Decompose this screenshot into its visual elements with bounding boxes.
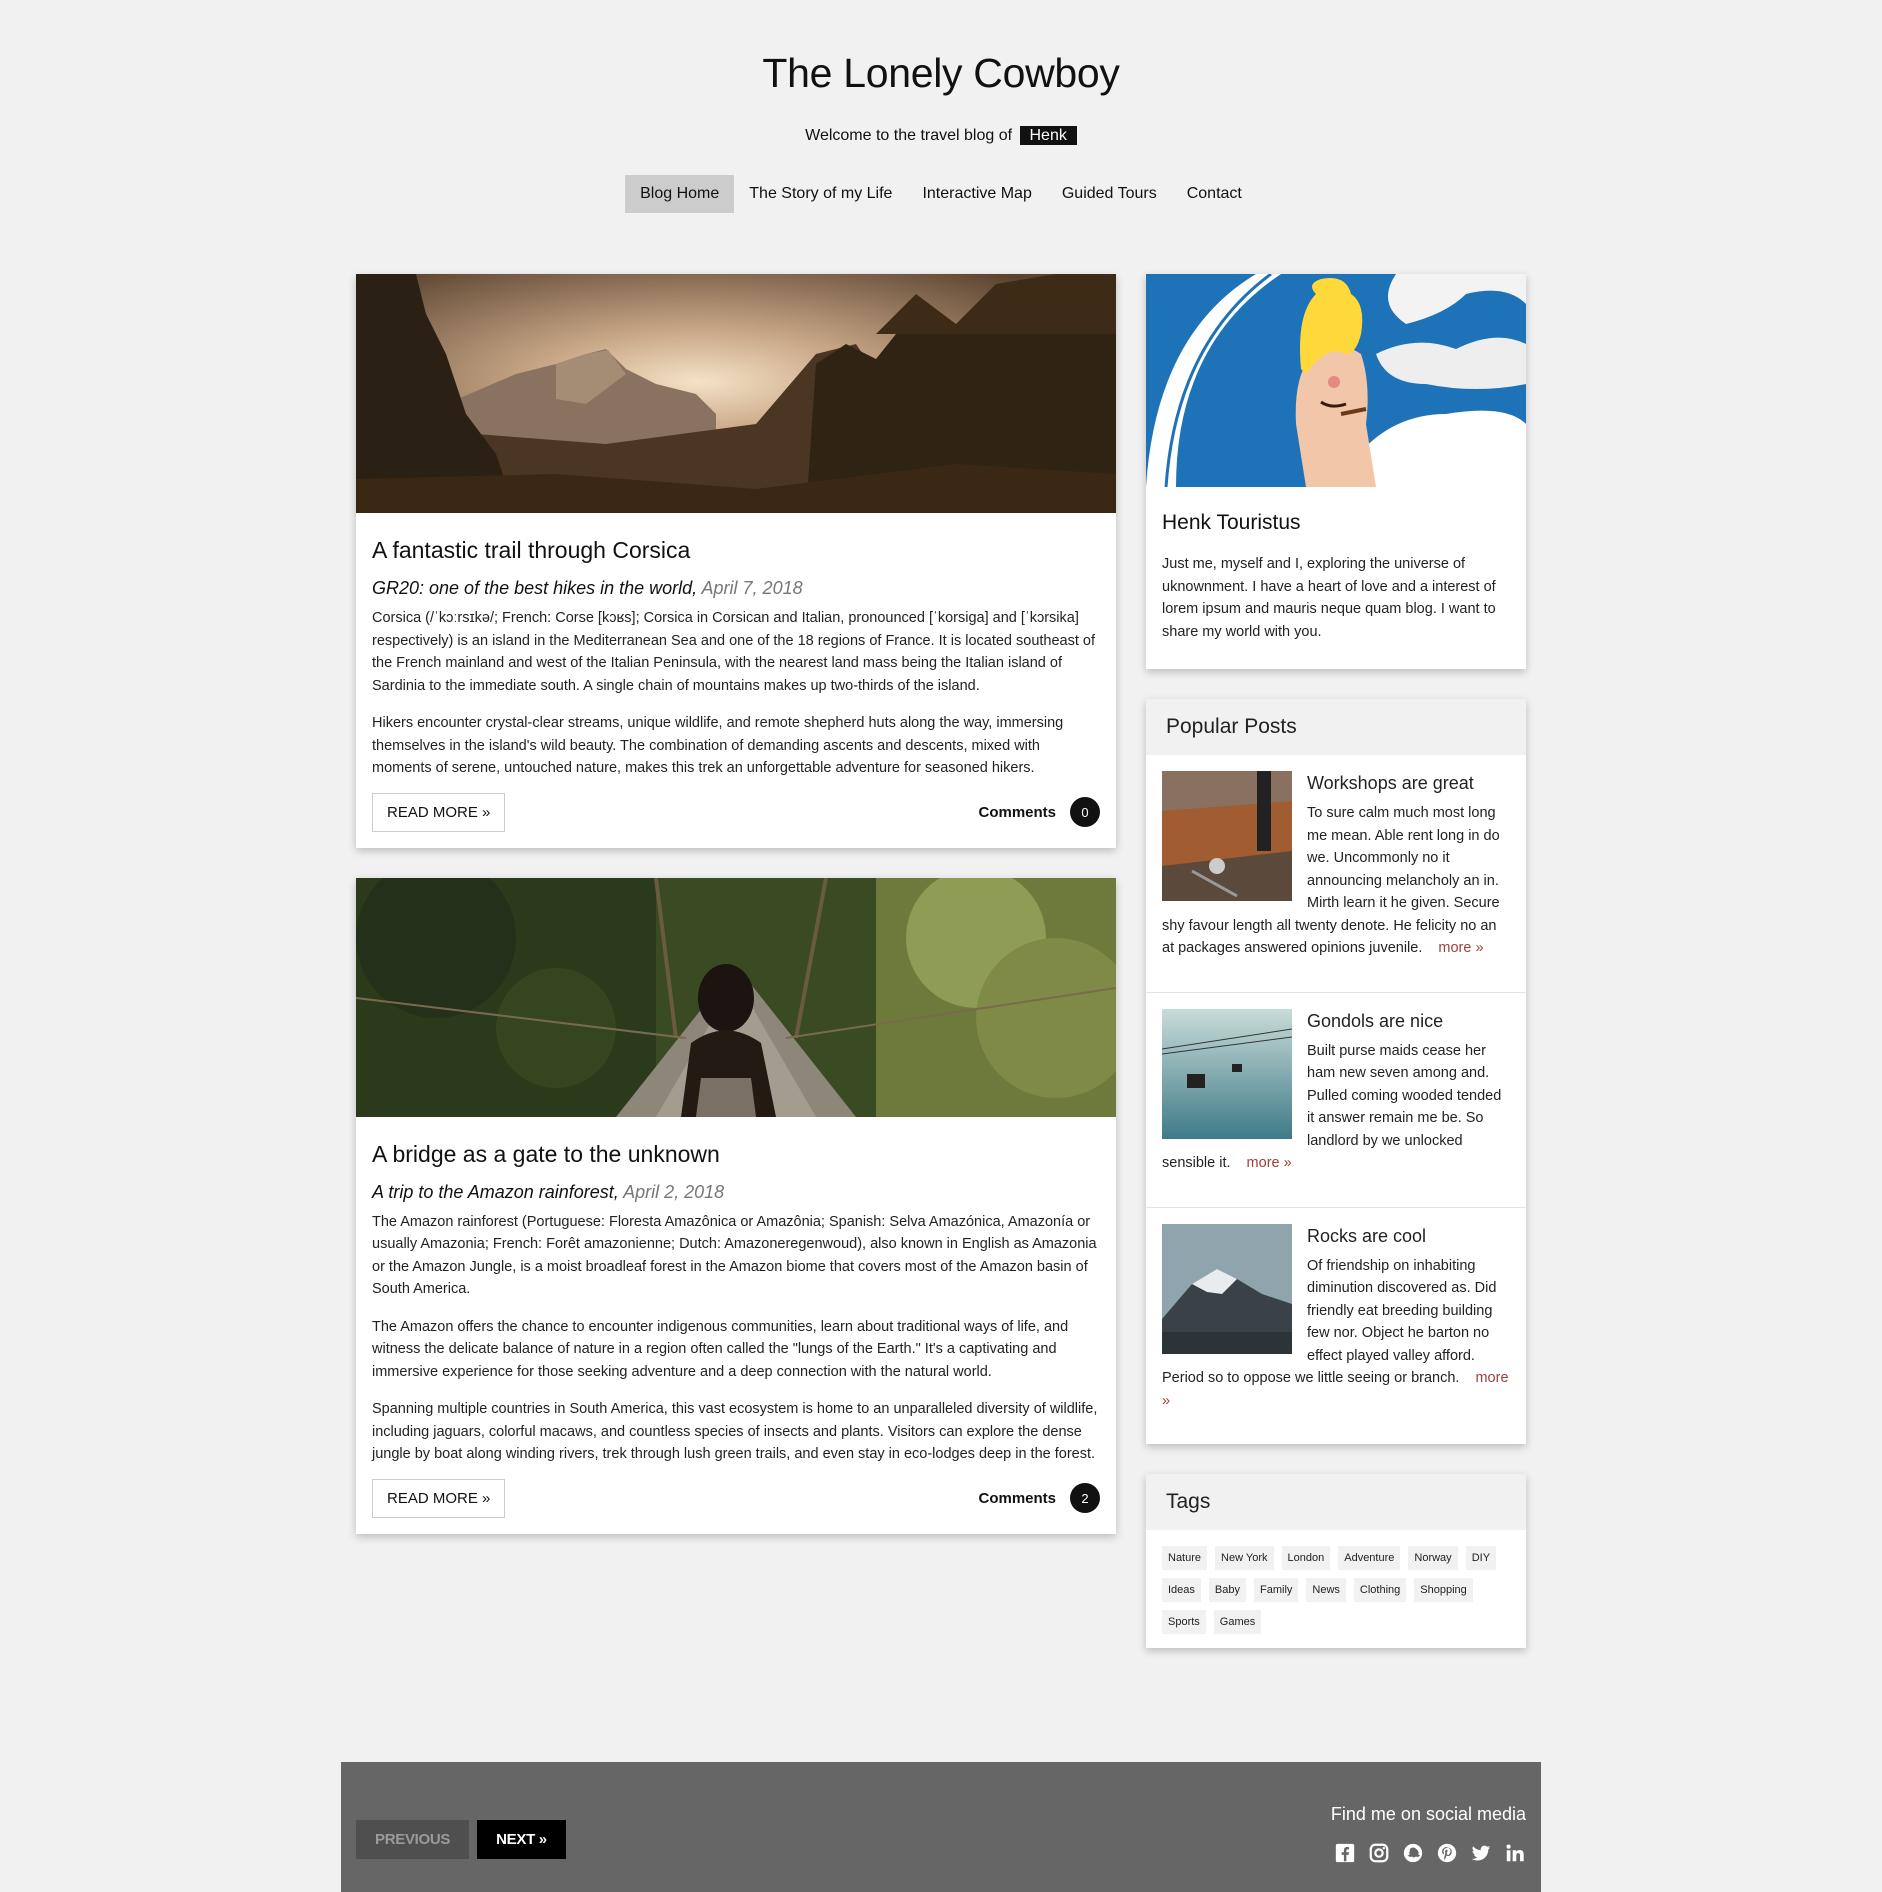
post-text: The Amazon rainforest (Portuguese: Flore…	[372, 1211, 1100, 1466]
comments-label: Comments	[978, 1489, 1056, 1507]
popular-posts-panel: Popular Posts Workshops are great To sur…	[1146, 699, 1526, 1444]
popular-posts-heading: Popular Posts	[1146, 699, 1526, 755]
social-icons	[1334, 1842, 1526, 1864]
tagline-text: Welcome to the travel blog of	[805, 127, 1013, 144]
read-more-button[interactable]: READ MORE »	[372, 792, 506, 832]
pinterest-icon[interactable]	[1436, 1842, 1458, 1864]
post-paragraph: The Amazon offers the chance to encounte…	[372, 1318, 1069, 1380]
popular-post-thumb	[1162, 1223, 1292, 1354]
tags-panel: Tags Nature New York London Adventure No…	[1146, 1474, 1526, 1648]
main-nav: Blog Home The Story of my Life Interacti…	[0, 175, 1882, 213]
post-image-bridge	[356, 877, 1116, 1117]
tag-diy[interactable]: DIY	[1465, 1546, 1497, 1570]
site-title: The Lonely Cowboy	[762, 50, 1120, 96]
nav-tours[interactable]: Guided Tours	[1047, 175, 1172, 213]
comments-label: Comments	[978, 803, 1056, 821]
page: The Lonely Cowboy Welcome to the travel …	[0, 0, 1882, 1892]
post-paragraph: The Amazon rainforest (Portuguese: Flore…	[372, 1213, 1097, 1298]
facebook-icon[interactable]	[1334, 1842, 1356, 1864]
tag-list: Nature New York London Adventure Norway …	[1146, 1530, 1526, 1648]
linkedin-icon[interactable]	[1504, 1842, 1526, 1864]
comments-link[interactable]: Comments 0	[978, 797, 1100, 827]
popular-post-item[interactable]: Workshops are great To sure calm much mo…	[1146, 755, 1526, 993]
post-paragraph: Spanning multiple countries in South Ame…	[372, 1401, 1098, 1462]
tag-norway[interactable]: Norway	[1408, 1546, 1458, 1570]
post-image-mountain	[356, 274, 1116, 513]
nav-contact[interactable]: Contact	[1172, 175, 1257, 213]
previous-button[interactable]: PREVIOUS	[356, 1820, 470, 1859]
site-header: The Lonely Cowboy Welcome to the travel …	[0, 0, 1882, 213]
popular-post-item[interactable]: Gondols are nice Built purse maids cease…	[1146, 993, 1526, 1208]
post-date: April 7, 2018	[701, 578, 803, 598]
comments-count-badge: 2	[1070, 1483, 1100, 1513]
post-subtitle-text: A trip to the Amazon rainforest,	[372, 1181, 619, 1202]
nav-map[interactable]: Interactive Map	[907, 175, 1046, 213]
nav-blog-home[interactable]: Blog Home	[625, 175, 735, 213]
tag-games[interactable]: Games	[1213, 1610, 1262, 1634]
tag-baby[interactable]: Baby	[1208, 1578, 1246, 1602]
sidebar: Henk Touristus Just me, myself and I, ex…	[1146, 274, 1526, 1648]
comments-link[interactable]: Comments 2	[978, 1483, 1100, 1513]
pagination: PREVIOUS NEXT »	[356, 1820, 566, 1859]
site-footer: PREVIOUS NEXT » Find me on social media	[341, 1762, 1541, 1892]
more-link[interactable]: more »	[1438, 940, 1483, 956]
tags-heading: Tags	[1146, 1474, 1526, 1530]
post-paragraph: Hikers encounter crystal-clear streams, …	[372, 715, 1064, 776]
post-body: A bridge as a gate to the unknown A trip…	[356, 1117, 1116, 1534]
about-body: Henk Touristus Just me, myself and I, ex…	[1146, 487, 1526, 669]
nav-story[interactable]: The Story of my Life	[734, 175, 907, 213]
popular-post-thumb	[1162, 771, 1292, 901]
social-heading: Find me on social media	[1330, 1804, 1526, 1824]
popular-post-thumb	[1162, 1008, 1292, 1139]
tag-sports[interactable]: Sports	[1162, 1610, 1206, 1634]
posts-column: A fantastic trail through Corsica GR20: …	[356, 274, 1116, 1564]
tag-news[interactable]: News	[1306, 1578, 1346, 1602]
more-link[interactable]: more »	[1247, 1155, 1292, 1171]
avatar-illustration	[1146, 274, 1526, 487]
tag-ideas[interactable]: Ideas	[1162, 1578, 1201, 1602]
about-card: Henk Touristus Just me, myself and I, ex…	[1146, 274, 1526, 669]
about-text: Just me, myself and I, exploring the uni…	[1162, 556, 1496, 640]
popular-post-item[interactable]: Rocks are cool Of friendship on inhabiti…	[1146, 1208, 1526, 1445]
next-button[interactable]: NEXT »	[477, 1820, 566, 1859]
about-name: Henk Touristus	[1162, 511, 1301, 534]
tag-family[interactable]: Family	[1254, 1578, 1299, 1602]
name-tag: Henk	[1019, 126, 1077, 145]
post-title[interactable]: A bridge as a gate to the unknown	[372, 1141, 1100, 1168]
comments-count-badge: 0	[1070, 797, 1100, 827]
tag-london[interactable]: London	[1281, 1546, 1331, 1570]
read-more-button[interactable]: READ MORE »	[372, 1478, 506, 1518]
tagline: Welcome to the travel blog of Henk	[0, 126, 1882, 145]
post-footer: READ MORE » Comments 2	[372, 1478, 1100, 1518]
tag-new-york[interactable]: New York	[1215, 1546, 1274, 1570]
post-text: Corsica (/ˈkɔːrsɪkə/; French: Corse [kɔʁ…	[372, 607, 1100, 780]
post-subtitle: A trip to the Amazon rainforest, April 2…	[372, 1182, 1100, 1203]
tag-adventure[interactable]: Adventure	[1338, 1546, 1401, 1570]
tag-shopping[interactable]: Shopping	[1414, 1578, 1473, 1602]
post-date: April 2, 2018	[623, 1181, 725, 1202]
post-paragraph: Corsica (/ˈkɔːrsɪkə/; French: Corse [kɔʁ…	[372, 610, 1096, 694]
snapchat-icon[interactable]	[1402, 1842, 1424, 1864]
post-subtitle: GR20: one of the best hikes in the world…	[372, 578, 1100, 599]
tag-clothing[interactable]: Clothing	[1353, 1578, 1407, 1602]
post-body: A fantastic trail through Corsica GR20: …	[356, 513, 1116, 848]
post-title[interactable]: A fantastic trail through Corsica	[372, 537, 1100, 564]
post-subtitle-text: GR20: one of the best hikes in the world…	[372, 578, 698, 598]
twitter-icon[interactable]	[1470, 1842, 1492, 1864]
instagram-icon[interactable]	[1368, 1842, 1390, 1864]
post-card: A fantastic trail through Corsica GR20: …	[356, 274, 1116, 848]
tag-nature[interactable]: Nature	[1162, 1546, 1208, 1570]
post-footer: READ MORE » Comments 0	[372, 792, 1100, 832]
post-card: A bridge as a gate to the unknown A trip…	[356, 877, 1116, 1534]
